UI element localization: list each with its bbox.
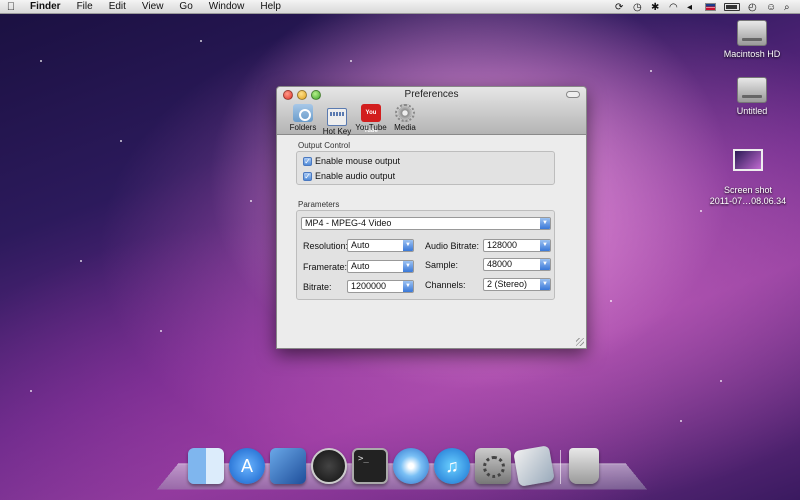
menu-edit[interactable]: Edit xyxy=(101,0,134,14)
folder-icon xyxy=(293,104,313,122)
toolbar-youtube[interactable]: You Tube YouTube xyxy=(355,104,387,136)
itunes-icon[interactable]: ♫ xyxy=(434,448,470,484)
preview-icon[interactable] xyxy=(513,445,555,487)
desktop-icon-macintosh-hd[interactable]: Macintosh HD xyxy=(707,20,797,60)
channels-label: Channels: xyxy=(425,280,466,290)
menu-window[interactable]: Window xyxy=(201,0,253,14)
resolution-select[interactable]: Auto ▼ xyxy=(347,239,414,252)
menu-view[interactable]: View xyxy=(134,0,172,14)
desktop-icon-untitled[interactable]: Untitled xyxy=(707,77,797,117)
dock: A ♫ xyxy=(188,445,599,487)
menu-bar:  Finder File Edit View Go Window Help ⟳… xyxy=(0,0,800,14)
apple-menu-icon[interactable]:  xyxy=(0,1,22,13)
battery-icon[interactable] xyxy=(724,2,740,11)
preferences-window: Preferences Folders Hot Key You Tube You… xyxy=(276,86,587,349)
system-preferences-icon[interactable] xyxy=(475,448,511,484)
finder-icon[interactable] xyxy=(188,448,224,484)
status-area: ⟳ ◷ ✱ ◠ ◂ ◴ ☺ ⌕ xyxy=(615,2,800,13)
checkbox-label: Enable audio output xyxy=(315,171,396,181)
trash-icon[interactable] xyxy=(569,448,599,484)
chevron-down-icon: ▼ xyxy=(540,279,550,290)
desktop-icon-label: Screen shot 2011-07…08.06.34 xyxy=(709,185,787,206)
desktop-icon-label: Untitled xyxy=(736,106,768,116)
select-value: MP4 - MPEG-4 Video xyxy=(305,218,392,228)
window-title: Preferences xyxy=(404,89,459,100)
select-value: 2 (Stereo) xyxy=(487,279,528,289)
preferences-content: Output Control ✓ Enable mouse output ✓ E… xyxy=(277,135,586,348)
select-value: Auto xyxy=(351,261,370,271)
output-control-heading: Output Control xyxy=(298,141,351,150)
framerate-label: Framerate: xyxy=(303,262,348,272)
screenshot-thumbnail-icon xyxy=(733,149,763,171)
chevron-down-icon: ▼ xyxy=(540,218,550,229)
hard-drive-icon xyxy=(737,20,767,46)
chevron-down-icon: ▼ xyxy=(403,240,413,251)
sample-label: Sample: xyxy=(425,260,459,270)
app-store-icon[interactable]: A xyxy=(229,448,265,484)
youtube-icon: You Tube xyxy=(361,104,381,134)
framerate-select[interactable]: Auto ▼ xyxy=(347,260,414,273)
enable-audio-output-checkbox[interactable]: ✓ Enable audio output xyxy=(303,171,395,181)
keyboard-icon xyxy=(327,108,347,126)
menu-file[interactable]: File xyxy=(69,0,101,14)
toolbar-label: Folders xyxy=(289,123,317,132)
menu-help[interactable]: Help xyxy=(252,0,289,14)
format-select[interactable]: MP4 - MPEG-4 Video ▼ xyxy=(301,217,551,230)
select-value: Auto xyxy=(351,240,370,250)
toolbar-label: Media xyxy=(394,123,416,132)
dock-divider xyxy=(560,450,561,484)
audio-bitrate-label: Audio Bitrate: xyxy=(425,241,480,251)
menu-go[interactable]: Go xyxy=(171,0,200,14)
select-value: 48000 xyxy=(487,259,513,269)
gear-icon xyxy=(395,104,415,122)
enable-mouse-output-checkbox[interactable]: ✓ Enable mouse output xyxy=(303,156,400,166)
toolbar-hot-key[interactable]: Hot Key xyxy=(321,104,353,136)
bluetooth-icon[interactable]: ✱ xyxy=(651,2,661,13)
sample-select[interactable]: 48000 ▼ xyxy=(483,258,551,271)
menu-finder[interactable]: Finder xyxy=(22,0,69,14)
safari-icon[interactable] xyxy=(393,448,429,484)
dashboard-icon[interactable] xyxy=(311,448,347,484)
time-machine-icon[interactable]: ◷ xyxy=(633,2,643,13)
checkbox-label: Enable mouse output xyxy=(315,156,401,166)
input-source-flag-icon[interactable] xyxy=(705,2,716,11)
parameters-heading: Parameters xyxy=(298,200,340,209)
chevron-down-icon: ▼ xyxy=(403,281,413,292)
desktop-icon-label: Macintosh HD xyxy=(723,49,781,59)
checkmark-icon: ✓ xyxy=(303,156,312,166)
terminal-icon[interactable] xyxy=(352,448,388,484)
chevron-down-icon: ▼ xyxy=(403,261,413,272)
audio-bitrate-select[interactable]: 128000 ▼ xyxy=(483,239,551,252)
chevron-down-icon: ▼ xyxy=(540,259,550,270)
wifi-icon[interactable]: ◠ xyxy=(669,2,679,13)
checkmark-icon: ✓ xyxy=(303,171,312,181)
user-icon[interactable]: ☺ xyxy=(766,2,776,13)
toolbar: Folders Hot Key You Tube YouTube Media xyxy=(287,104,421,136)
clock-icon[interactable]: ◴ xyxy=(748,2,758,13)
xcode-icon[interactable] xyxy=(270,448,306,484)
parameters-group: MP4 - MPEG-4 Video ▼ Resolution: Auto ▼ … xyxy=(296,210,555,300)
toolbar-label: YouTube xyxy=(355,123,387,132)
hard-drive-icon xyxy=(737,77,767,103)
title-bar[interactable]: Preferences Folders Hot Key You Tube You… xyxy=(277,87,586,136)
select-value: 1200000 xyxy=(351,281,387,291)
toolbar-toggle-button[interactable] xyxy=(566,91,580,98)
channels-select[interactable]: 2 (Stereo) ▼ xyxy=(483,278,551,291)
desktop-icon-screenshot[interactable]: Screen shot 2011-07…08.06.34 xyxy=(703,138,793,218)
output-control-group: ✓ Enable mouse output ✓ Enable audio out… xyxy=(296,151,555,185)
sync-icon[interactable]: ⟳ xyxy=(615,2,625,13)
toolbar-folders[interactable]: Folders xyxy=(287,104,319,136)
bitrate-label: Bitrate: xyxy=(303,282,332,292)
chevron-down-icon: ▼ xyxy=(540,240,550,251)
bitrate-select[interactable]: 1200000 ▼ xyxy=(347,280,414,293)
resize-grip-icon[interactable] xyxy=(576,338,584,346)
resolution-label: Resolution: xyxy=(303,241,349,251)
select-value: 128000 xyxy=(487,240,518,250)
volume-icon[interactable]: ◂ xyxy=(687,2,697,13)
spotlight-icon[interactable]: ⌕ xyxy=(784,2,794,13)
toolbar-media[interactable]: Media xyxy=(389,104,421,136)
